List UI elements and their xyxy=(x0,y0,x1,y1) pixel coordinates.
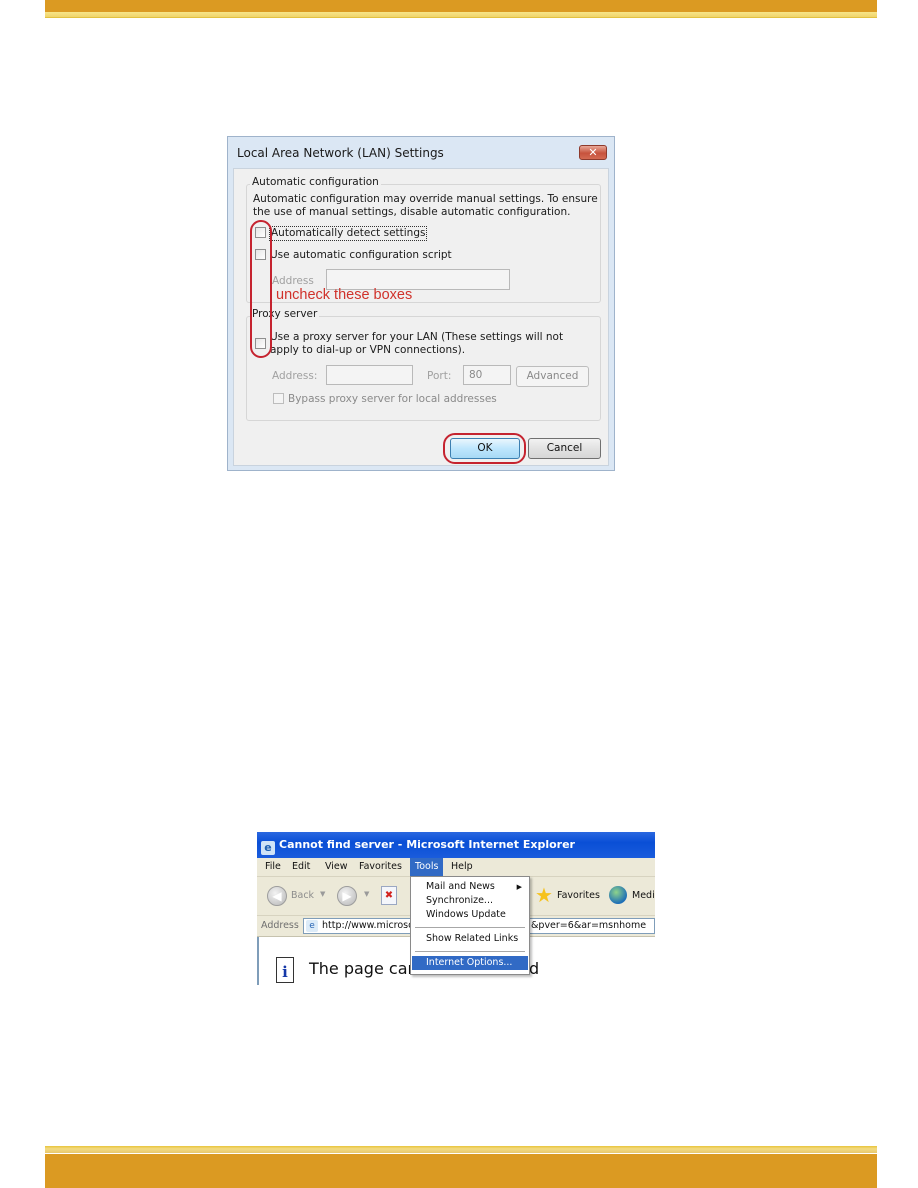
menu-item-show-related-links[interactable]: Show Related Links xyxy=(412,932,528,946)
auto-config-legend: Automatic configuration xyxy=(250,176,381,188)
close-icon: ✕ xyxy=(588,146,598,159)
menu-file[interactable]: File xyxy=(260,858,286,876)
use-proxy-row[interactable]: Use a proxy server for your LAN (These s… xyxy=(255,331,590,357)
bypass-proxy-row[interactable]: Bypass proxy server for local addresses xyxy=(273,393,497,406)
ok-highlight-oval xyxy=(443,433,526,464)
favorites-label[interactable]: Favorites xyxy=(557,890,600,901)
script-address-label: Address xyxy=(272,275,314,287)
page-footer-stripe xyxy=(45,1146,877,1154)
ie-title-bar: e Cannot find server - Microsoft Internet… xyxy=(257,832,655,858)
submenu-arrow-icon: ▶ xyxy=(516,883,522,891)
menu-item-internet-options[interactable]: Internet Options... xyxy=(412,956,528,970)
page-header-stripe xyxy=(45,12,877,18)
config-script-row[interactable]: Use automatic configuration script xyxy=(255,249,452,262)
advanced-button[interactable]: Advanced xyxy=(516,366,589,387)
detect-settings-row[interactable]: Automatically detect settings xyxy=(255,226,428,241)
media-icon[interactable] xyxy=(609,886,627,904)
menu-tools[interactable]: Tools xyxy=(410,858,444,876)
page-favicon-icon: e xyxy=(306,920,318,932)
port-input[interactable]: 80 xyxy=(463,365,511,385)
back-label[interactable]: Back xyxy=(291,890,314,901)
close-button[interactable]: ✕ xyxy=(579,145,607,160)
lan-settings-dialog: Local Area Network (LAN) Settings ✕ Auto… xyxy=(227,136,615,471)
media-label[interactable]: Medi xyxy=(632,890,655,901)
auto-config-description: Automatic configuration may override man… xyxy=(253,193,598,218)
dialog-body: Automatic configuration Automatic config… xyxy=(233,168,609,466)
menu-view[interactable]: View xyxy=(320,858,353,876)
back-dropdown-icon[interactable]: ▼ xyxy=(320,890,325,898)
menu-item-synchronize[interactable]: Synchronize... xyxy=(412,894,528,908)
menu-item-mail-and-news[interactable]: Mail and News ▶ xyxy=(412,880,528,894)
ie-menu-bar: File Edit View Favorites Tools Help xyxy=(257,858,655,877)
bypass-proxy-checkbox[interactable] xyxy=(273,393,284,404)
config-script-label[interactable]: Use automatic configuration script xyxy=(270,249,452,262)
port-label: Port: xyxy=(427,370,452,382)
page-heading: The page can xyxy=(309,959,418,978)
tools-dropdown-menu: Mail and News ▶ Synchronize... Windows U… xyxy=(410,876,530,975)
checkbox-highlight-oval xyxy=(250,220,272,358)
cancel-button[interactable]: Cancel xyxy=(528,438,601,459)
uncheck-annotation: uncheck these boxes xyxy=(276,287,413,303)
address-caption: Address xyxy=(261,920,299,931)
forward-dropdown-icon[interactable]: ▼ xyxy=(364,890,369,898)
bypass-proxy-label[interactable]: Bypass proxy server for local addresses xyxy=(288,393,497,406)
page-header-bar xyxy=(45,0,877,12)
ie-title-text: Cannot find server - Microsoft Internet … xyxy=(279,838,575,851)
use-proxy-label[interactable]: Use a proxy server for your LAN (These s… xyxy=(270,331,590,357)
stop-icon[interactable]: ✖ xyxy=(381,886,397,905)
ie-logo-icon: e xyxy=(261,841,275,855)
info-icon: i xyxy=(276,957,294,983)
detect-settings-label[interactable]: Automatically detect settings xyxy=(268,226,428,241)
menu-help[interactable]: Help xyxy=(446,858,478,876)
menu-edit[interactable]: Edit xyxy=(287,858,315,876)
forward-arrow-icon[interactable]: ▶ xyxy=(337,886,357,906)
proxy-address-input[interactable] xyxy=(326,365,413,385)
back-arrow-icon[interactable]: ◀ xyxy=(267,886,287,906)
dialog-title: Local Area Network (LAN) Settings xyxy=(237,146,444,160)
address-url-right: &pver=6&ar=msnhome xyxy=(531,920,647,931)
menu-item-label: Mail and News xyxy=(426,881,495,892)
page-heading-tail: d xyxy=(529,959,540,978)
internet-explorer-window: e Cannot find server - Microsoft Internet… xyxy=(257,832,655,985)
menu-separator xyxy=(415,951,525,952)
menu-favorites[interactable]: Favorites xyxy=(354,858,407,876)
address-url-left: http://www.microso xyxy=(322,920,414,931)
menu-item-windows-update[interactable]: Windows Update xyxy=(412,908,528,922)
menu-separator xyxy=(415,927,525,928)
proxy-address-label: Address: xyxy=(272,370,318,382)
favorites-star-icon[interactable]: ★ xyxy=(535,885,553,905)
page-footer-bar xyxy=(45,1154,877,1188)
